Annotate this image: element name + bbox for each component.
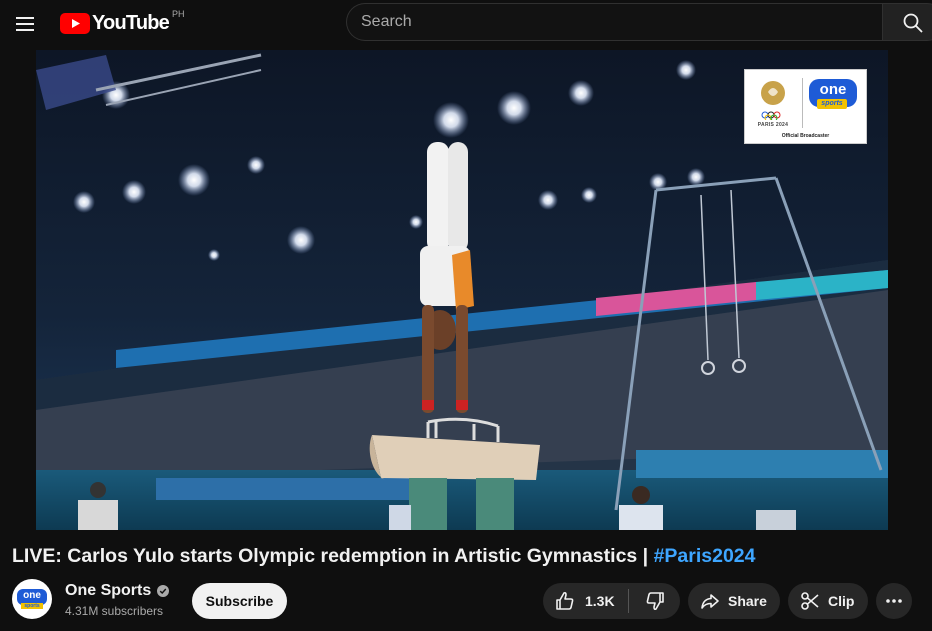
broadcaster-watermark: PARIS 2024 one sports Official Broadcast… xyxy=(744,69,867,144)
menu-button[interactable] xyxy=(6,6,44,42)
more-actions-button[interactable] xyxy=(876,583,912,619)
verified-icon xyxy=(157,585,170,597)
subscribe-button[interactable]: Subscribe xyxy=(192,583,287,619)
dislike-icon xyxy=(646,592,664,611)
avatar-brand-bottom: sports xyxy=(21,603,43,609)
watermark-divider xyxy=(802,78,803,128)
share-button[interactable]: Share xyxy=(688,583,780,619)
channel-name: One Sports xyxy=(65,582,152,599)
paris-olympics-emblem-icon xyxy=(761,81,785,120)
share-label: Share xyxy=(728,593,767,609)
watermark-caption: Official Broadcaster xyxy=(781,133,830,139)
country-code: PH xyxy=(171,9,185,19)
watermark-brand-bottom: sports xyxy=(817,99,847,109)
channel-avatar[interactable]: one sports xyxy=(12,579,52,619)
search-box xyxy=(346,3,884,41)
more-icon xyxy=(886,599,902,603)
menu-icon xyxy=(16,17,34,31)
youtube-logo[interactable]: YouTube PH xyxy=(60,9,185,36)
logo-text: YouTube xyxy=(92,11,170,34)
watermark-paris-label: PARIS 2024 xyxy=(757,122,789,128)
like-dislike-group: 1.3K xyxy=(543,583,680,619)
video-title-text: LIVE: Carlos Yulo starts Olympic redempt… xyxy=(12,545,654,567)
dislike-button[interactable] xyxy=(629,583,680,619)
like-count: 1.3K xyxy=(585,593,615,609)
clip-icon xyxy=(801,592,819,610)
clip-button[interactable]: Clip xyxy=(788,583,868,619)
subscriber-count: 4.31M subscribers xyxy=(65,604,164,618)
video-player[interactable]: PARIS 2024 one sports Official Broadcast… xyxy=(36,50,888,530)
search-icon xyxy=(903,13,923,33)
like-icon xyxy=(556,591,574,610)
video-title: LIVE: Carlos Yulo starts Olympic redempt… xyxy=(12,545,756,568)
clip-label: Clip xyxy=(828,593,855,609)
share-icon xyxy=(701,594,719,609)
like-button[interactable]: 1.3K xyxy=(543,583,628,619)
channel-name-link[interactable]: One Sports xyxy=(65,582,170,600)
masthead: YouTube PH xyxy=(0,0,932,48)
hashtag-link[interactable]: #Paris2024 xyxy=(654,545,756,567)
youtube-logo-icon xyxy=(60,12,90,34)
search-input[interactable] xyxy=(347,4,884,40)
search-button[interactable] xyxy=(882,3,932,41)
